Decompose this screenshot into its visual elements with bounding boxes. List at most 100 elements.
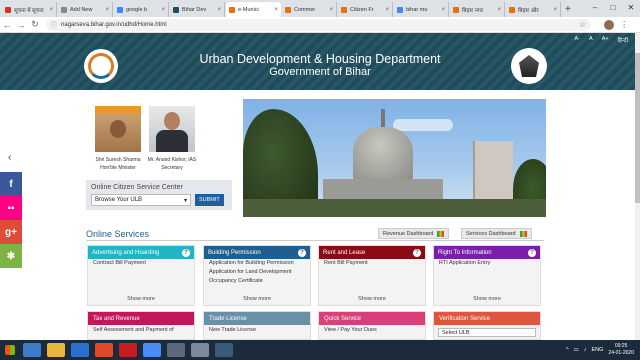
- taskbar-app-icon[interactable]: [95, 343, 113, 357]
- browser-tab[interactable]: bihar mu ×: [394, 2, 449, 17]
- help-icon[interactable]: ?: [182, 248, 190, 257]
- service-link[interactable]: Application for Building Permission: [204, 259, 310, 268]
- volume-icon[interactable]: ♪: [584, 347, 587, 353]
- service-link[interactable]: Contract Bill Payment: [88, 259, 194, 268]
- close-tab-icon[interactable]: ×: [105, 7, 109, 13]
- browser-toolbar: ← → ↻ ⓘ nagarseva.bihar.gov.in/udhd/Home…: [0, 17, 640, 33]
- ulb-select[interactable]: Browse Your ULB ▾: [91, 194, 191, 206]
- help-icon[interactable]: ?: [413, 248, 421, 257]
- browser-tab[interactable]: Citizen Fr ×: [338, 2, 393, 17]
- taskbar-app-icon[interactable]: [47, 343, 65, 357]
- info-icon[interactable]: ⓘ: [51, 20, 57, 29]
- android-icon[interactable]: ✱: [0, 244, 22, 268]
- service-card: Right To Information? RTI Application Ent…: [433, 245, 541, 306]
- accessibility-controls: A- A A+ हिन्दी: [575, 36, 628, 44]
- close-tab-icon[interactable]: ×: [329, 7, 333, 13]
- service-link[interactable]: New Trade License: [204, 325, 310, 336]
- collapse-share-icon[interactable]: ‹: [8, 152, 11, 163]
- site-header: A- A A+ हिन्दी Urban Development & Housi…: [0, 33, 640, 90]
- services-dashboard-button[interactable]: Services Dashboard: [461, 228, 532, 239]
- service-card-header: Right To Information?: [434, 246, 540, 259]
- taskbar-app-icon[interactable]: [215, 343, 233, 357]
- start-button[interactable]: [0, 340, 20, 360]
- secretary-name: Mr. Anand Kishor, IAS: [147, 157, 197, 163]
- minister-caption: Shri Suresh Sharma Hon'ble Minister: [88, 156, 148, 172]
- taskbar-app-icon[interactable]: [71, 343, 89, 357]
- service-center-title: Online Citizen Service Center: [91, 184, 183, 191]
- chevron-down-icon: ▾: [183, 198, 187, 204]
- service-link[interactable]: View / Pay Your Dues: [319, 325, 425, 336]
- submit-button[interactable]: SUBMIT: [195, 194, 224, 206]
- address-bar[interactable]: ⓘ nagarseva.bihar.gov.in/udhd/Home.html: [46, 18, 591, 31]
- close-tab-icon[interactable]: ×: [49, 7, 53, 13]
- service-link[interactable]: Application for Land Development: [204, 268, 310, 277]
- font-decrease-button[interactable]: A-: [575, 36, 581, 44]
- network-icon[interactable]: ▭: [574, 347, 579, 353]
- close-tab-icon[interactable]: ×: [217, 7, 221, 13]
- help-icon[interactable]: ?: [528, 248, 536, 257]
- taskbar-app-icon[interactable]: [191, 343, 209, 357]
- minister-role: Hon'ble Minister: [100, 165, 136, 171]
- service-link[interactable]: Self Assessment and Payment of: [88, 325, 194, 336]
- browser-tab[interactable]: बिहार नगर ×: [450, 2, 505, 17]
- page-scrollbar[interactable]: [635, 33, 640, 340]
- close-tab-icon[interactable]: ×: [497, 7, 501, 13]
- revenue-dashboard-button[interactable]: Revenue Dashboard: [378, 228, 450, 239]
- service-card-header: Building Permission?: [204, 246, 310, 259]
- minimize-button[interactable]: –: [586, 0, 604, 14]
- taskbar-app-icon[interactable]: [23, 343, 41, 357]
- reload-icon[interactable]: ↻: [28, 19, 42, 30]
- browser-tab[interactable]: Commer ×: [282, 2, 337, 17]
- show-more-link[interactable]: Show more: [88, 296, 194, 302]
- browser-tab[interactable]: e-Munici ×: [226, 2, 281, 17]
- taskbar-app-icon[interactable]: [119, 343, 137, 357]
- show-more-link[interactable]: Show more: [434, 296, 540, 302]
- browser-tab[interactable]: Bihar Dev ×: [170, 2, 225, 17]
- help-icon[interactable]: ?: [298, 248, 306, 257]
- close-tab-icon[interactable]: ×: [385, 7, 389, 13]
- facebook-icon[interactable]: f: [0, 172, 22, 196]
- new-tab-button[interactable]: +: [565, 2, 571, 17]
- close-tab-icon[interactable]: ×: [274, 7, 278, 13]
- service-card-header: Tax and Revenue: [88, 312, 194, 325]
- secretary-photo: [149, 106, 195, 152]
- browser-tab[interactable]: google b ×: [114, 2, 169, 17]
- hindi-language-link[interactable]: हिन्दी: [618, 36, 628, 44]
- favicon-icon: [285, 6, 291, 13]
- close-window-button[interactable]: ✕: [622, 0, 640, 14]
- browser-tab[interactable]: बिहार और ×: [506, 2, 561, 17]
- flickr-icon[interactable]: ▪▪: [0, 196, 22, 220]
- system-tray: ^ ▭ ♪ ENG 09:25 24-01-2020: [566, 343, 640, 357]
- close-tab-icon[interactable]: ×: [161, 7, 165, 13]
- show-more-link[interactable]: Show more: [319, 296, 425, 302]
- close-tab-icon[interactable]: ×: [441, 7, 445, 13]
- tab-list: सूचना में सूचना × Add New × google b × Bihar D…: [2, 2, 562, 17]
- favicon-icon: [117, 6, 123, 13]
- favicon-icon: [5, 6, 11, 13]
- language-indicator[interactable]: ENG: [592, 347, 604, 353]
- taskbar-app-icon[interactable]: [167, 343, 185, 357]
- ulb-select[interactable]: Select ULB: [438, 328, 536, 337]
- tray-expand-icon[interactable]: ^: [566, 347, 569, 353]
- service-link[interactable]: RTI Application Entry: [434, 259, 540, 268]
- browser-tab[interactable]: Add New ×: [58, 2, 113, 17]
- back-icon[interactable]: ←: [0, 20, 14, 30]
- google-plus-icon[interactable]: g+: [0, 220, 22, 244]
- clock[interactable]: 09:25 24-01-2020: [608, 343, 634, 357]
- taskbar-app-icon[interactable]: [143, 343, 161, 357]
- forward-icon[interactable]: →: [14, 20, 28, 30]
- service-center-panel: Online Citizen Service Center Browse You…: [86, 180, 232, 210]
- bookmark-star-icon[interactable]: ☆: [579, 20, 586, 29]
- font-increase-button[interactable]: A+: [602, 36, 609, 44]
- section-divider: [86, 240, 544, 241]
- maximize-button[interactable]: □: [604, 0, 622, 14]
- favicon-icon: [341, 6, 347, 13]
- service-link[interactable]: Rent Bill Payment: [319, 259, 425, 268]
- profile-avatar[interactable]: [604, 19, 615, 30]
- browser-tab[interactable]: सूचना में सूचना ×: [2, 2, 57, 17]
- close-tab-icon[interactable]: ×: [553, 7, 557, 13]
- menu-icon[interactable]: ⋮: [620, 20, 628, 29]
- font-normal-button[interactable]: A: [589, 36, 593, 44]
- service-link[interactable]: Occupancy Certificate: [204, 277, 310, 286]
- show-more-link[interactable]: Show more: [204, 296, 310, 302]
